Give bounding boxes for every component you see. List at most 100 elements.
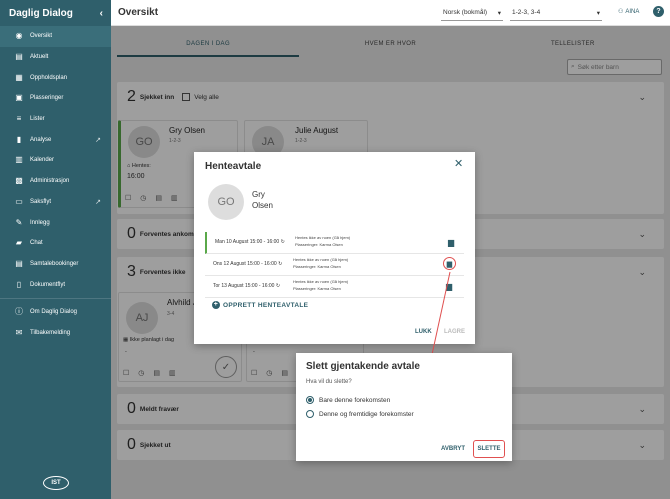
top-bar: Oversikt Norsk (bokmål) ▾ 1-2-3, 3-4 ▾ ⚇ AI… bbox=[111, 0, 670, 26]
sidebar-item-label: Chat bbox=[30, 240, 43, 247]
appointment-pickup: Hentes ikke av noen (Gå hjem) bbox=[293, 257, 349, 262]
sidebar-item-dokumentflyt[interactable]: ▯ Dokumentflyt bbox=[0, 274, 111, 295]
chevron-left-icon[interactable]: ‹ bbox=[100, 8, 103, 19]
user-name: AINA bbox=[625, 8, 640, 15]
admin-icon: ▩ bbox=[15, 176, 23, 186]
delete-recurring-dialog: Slett gjentakende avtale Hva vil du slet… bbox=[296, 353, 512, 461]
sidebar-item-label: Om Daglig Dialog bbox=[30, 309, 78, 316]
appointment-date: Ons 12 August 15:00 - 16:00 bbox=[213, 261, 277, 267]
sidebar: Daglig Dialog ‹ ◉ Oversikt ▤ Aktuelt ▦ Opph… bbox=[0, 0, 111, 499]
sidebar-item-label: Saksflyt bbox=[30, 198, 52, 205]
caret-down-icon: ▾ bbox=[596, 9, 600, 17]
sidebar-item-lister[interactable]: ≡ Lister bbox=[0, 109, 111, 130]
child-name: Gry Olsen bbox=[252, 189, 273, 211]
help-icon[interactable]: ? bbox=[653, 6, 664, 17]
appointment-row[interactable]: Ons 12 August 15:00 - 16:00 ↻ Hentes ikk… bbox=[205, 254, 464, 276]
sidebar-item-plasseringer[interactable]: ▣ Plasseringer bbox=[0, 88, 111, 109]
language-select[interactable]: Norsk (bokmål) ▾ bbox=[441, 5, 503, 21]
sidebar-item-label: Oppholdsplan bbox=[30, 74, 68, 81]
repeat-icon: ↻ bbox=[278, 261, 283, 267]
booking-icon: ▤ bbox=[15, 258, 23, 268]
sidebar-item-label: Dokumentflyt bbox=[30, 281, 66, 288]
user-icon: ⚇ bbox=[618, 9, 624, 15]
sidebar-item-samtalebookinger[interactable]: ▤ Samtalebookinger bbox=[0, 254, 111, 275]
radio-this-and-future[interactable]: Denne og fremtidige forekomster bbox=[306, 410, 414, 418]
appointment-pickup: Hentes ikke av noen (Gå hjem) bbox=[295, 235, 351, 240]
calendar-icon: ▥ bbox=[15, 155, 23, 165]
document-icon: ▯ bbox=[16, 279, 22, 289]
language-value: Norsk (bokmål) bbox=[443, 9, 488, 16]
sidebar-item-saksflyt[interactable]: ▭ Saksflyt ↗ bbox=[0, 192, 111, 213]
appointment-placement: Plasseringer: Karma Olsen bbox=[293, 285, 341, 291]
external-link-icon: ↗ bbox=[95, 136, 101, 144]
appointment-row[interactable]: Tor 13 August 15:00 - 16:00 ↻ Hentes ikk… bbox=[205, 276, 464, 298]
close-icon[interactable]: ✕ bbox=[454, 157, 463, 170]
child-last-name: Olsen bbox=[252, 201, 273, 210]
radio-selected-icon bbox=[306, 396, 314, 404]
sidebar-item-label: Analyse bbox=[30, 136, 52, 143]
sidebar-item-label: Tilbakemelding bbox=[30, 329, 71, 336]
sidebar-item-label: Samtalebookinger bbox=[30, 260, 79, 267]
repeat-icon: ↻ bbox=[275, 283, 281, 289]
user-menu[interactable]: ⚇ AINA bbox=[618, 8, 640, 16]
pencil-icon: ✎ bbox=[15, 217, 23, 227]
external-link-icon: ↗ bbox=[95, 198, 101, 206]
dialog-title: Slett gjentakende avtale bbox=[306, 361, 420, 372]
appointment-pickup: Hentes ikke av noen (Gå hjem) bbox=[293, 279, 349, 284]
chat-icon: ▰ bbox=[15, 238, 23, 248]
delete-button[interactable]: SLETTE bbox=[473, 440, 505, 458]
folder-icon: ▭ bbox=[15, 196, 23, 206]
trash-icon[interactable]: ▆ bbox=[446, 282, 452, 291]
sidebar-item-aktuelt[interactable]: ▤ Aktuelt bbox=[0, 47, 111, 68]
radio-label: Bare denne forekomsten bbox=[319, 396, 391, 404]
sidebar-item-label: Plasseringer bbox=[30, 95, 64, 102]
sidebar-item-label: Innlegg bbox=[30, 219, 50, 226]
sidebar-item-chat[interactable]: ▰ Chat bbox=[0, 233, 111, 254]
sidebar-item-tilbakemelding[interactable]: ✉ Tilbakemelding bbox=[0, 323, 111, 344]
list-icon: ≡ bbox=[16, 114, 22, 124]
sidebar-item-oversikt[interactable]: ◉ Oversikt bbox=[0, 26, 111, 47]
eye-icon: ◉ bbox=[15, 31, 23, 41]
sidebar-item-analyse[interactable]: ▮ Analyse ↗ bbox=[0, 129, 111, 150]
create-appointment-label: OPPRETT HENTEAVTALE bbox=[223, 301, 309, 309]
appointment-row[interactable]: Man 10 August 15:00 - 16:00 ↻ Hentes ikk… bbox=[205, 232, 464, 254]
sidebar-item-label: Lister bbox=[30, 116, 45, 123]
sidebar-item-om[interactable]: ⓘ Om Daglig Dialog bbox=[0, 302, 111, 323]
sidebar-item-label: Aktuelt bbox=[30, 54, 49, 61]
app-title: Daglig Dialog bbox=[9, 7, 73, 19]
caret-down-icon: ▾ bbox=[497, 9, 501, 17]
feedback-icon: ✉ bbox=[15, 327, 23, 337]
cancel-button[interactable]: AVBRYT bbox=[441, 446, 465, 452]
bar-chart-icon: ▮ bbox=[16, 134, 22, 144]
sidebar-item-kalender[interactable]: ▥ Kalender bbox=[0, 150, 111, 171]
sidebar-item-label: Kalender bbox=[30, 157, 55, 164]
appointment-placement: Plasseringer: Karma Olsen bbox=[293, 263, 341, 269]
avatar: GO bbox=[208, 184, 244, 220]
create-appointment-button[interactable]: + OPPRETT HENTEAVTALE bbox=[212, 301, 308, 309]
close-button[interactable]: LUKK bbox=[415, 329, 432, 335]
sidebar-item-label: Administrasjon bbox=[30, 178, 70, 185]
calendar-plan-icon: ▦ bbox=[15, 72, 23, 82]
appointment-placement: Plasseringer: Karma Olsen bbox=[295, 241, 343, 247]
department-select[interactable]: 1-2-3, 3-4 ▾ bbox=[510, 5, 602, 21]
pickup-dialog: Henteavtale ✕ GO Gry Olsen Man 10 August … bbox=[194, 152, 475, 344]
radio-only-this[interactable]: Bare denne forekomsten bbox=[306, 396, 390, 404]
radio-label: Denne og fremtidige forekomster bbox=[319, 410, 414, 418]
ist-logo: IST bbox=[43, 476, 69, 490]
trash-icon[interactable]: ▆ bbox=[448, 238, 454, 247]
appointment-date: Man 10 August 15:00 - 16:00 bbox=[215, 239, 280, 245]
radio-empty-icon bbox=[306, 410, 314, 418]
sidebar-item-innlegg[interactable]: ✎ Innlegg bbox=[0, 212, 111, 233]
trash-icon[interactable]: ▆ bbox=[443, 257, 456, 270]
person-card-icon: ▣ bbox=[15, 93, 23, 103]
sidebar-item-label: Oversikt bbox=[30, 33, 53, 40]
save-button[interactable]: LAGRE bbox=[444, 329, 465, 335]
sidebar-item-oppholdsplan[interactable]: ▦ Oppholdsplan bbox=[0, 67, 111, 88]
page-title: Oversikt bbox=[118, 7, 159, 18]
sidebar-item-administrasjon[interactable]: ▩ Administrasjon bbox=[0, 171, 111, 192]
child-first-name: Gry bbox=[252, 190, 265, 199]
plus-icon: + bbox=[212, 301, 220, 309]
news-icon: ▤ bbox=[15, 52, 23, 62]
dialog-question: Hva vil du slette? bbox=[306, 379, 352, 385]
repeat-icon: ↻ bbox=[280, 239, 285, 245]
